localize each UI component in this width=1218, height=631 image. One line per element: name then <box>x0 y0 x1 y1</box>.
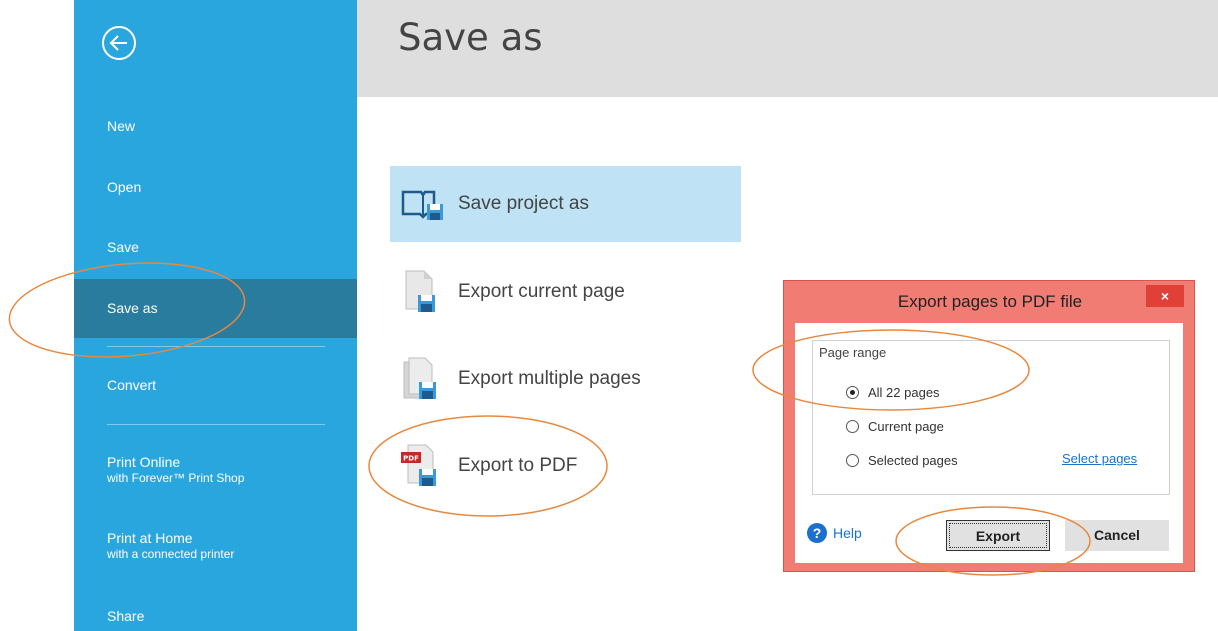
cancel-button[interactable]: Cancel <box>1065 520 1169 551</box>
back-arrow-icon <box>102 26 136 60</box>
option-label: Save project as <box>458 193 589 214</box>
option-label: Export to PDF <box>458 455 578 476</box>
sidebar-item-sublabel: with a connected printer <box>107 547 235 561</box>
sidebar-item-label: Save as <box>107 300 158 316</box>
dialog-body: Page range All 22 pages Current page Sel… <box>795 323 1183 563</box>
back-button[interactable] <box>100 24 138 62</box>
sidebar-item-label: Print at Home <box>107 530 193 546</box>
sidebar-item-save[interactable]: Save <box>74 239 357 255</box>
help-icon: ? <box>807 523 827 543</box>
radio-all-pages[interactable]: All 22 pages <box>846 385 940 400</box>
dialog-close-button[interactable]: × <box>1146 285 1184 307</box>
app-window: New Open Save Save as Convert Print Onli… <box>0 0 1218 631</box>
option-save-project-as[interactable]: Save project as <box>390 166 741 242</box>
close-icon: × <box>1160 288 1170 304</box>
page-floppy-icon <box>400 269 446 315</box>
option-export-to-pdf[interactable]: PDF Export to PDF <box>390 428 741 504</box>
option-export-multiple-pages[interactable]: Export multiple pages <box>390 341 741 417</box>
header: Save as <box>357 0 1218 97</box>
sidebar-item-open[interactable]: Open <box>74 179 357 195</box>
group-label: Page range <box>819 345 887 360</box>
radio-button[interactable] <box>846 420 859 433</box>
page-range-group: Page range All 22 pages Current page Sel… <box>812 340 1170 495</box>
sidebar-divider <box>107 346 325 347</box>
open-book-floppy-icon <box>400 181 446 227</box>
sidebar-item-save-as[interactable]: Save as <box>74 279 357 338</box>
sidebar-item-sublabel: with Forever™ Print Shop <box>107 471 245 485</box>
sidebar-item-print-online[interactable]: Print Online with Forever™ Print Shop <box>74 454 357 485</box>
sidebar-item-label: Convert <box>107 377 157 393</box>
dialog-title: Export pages to PDF file <box>897 292 1083 311</box>
radio-label: Selected pages <box>868 453 958 468</box>
radio-label: All 22 pages <box>868 385 940 400</box>
svg-text:PDF: PDF <box>403 455 419 463</box>
sidebar-item-share[interactable]: Share <box>74 608 357 624</box>
sidebar-item-print-at-home[interactable]: Print at Home with a connected printer <box>74 530 357 561</box>
help-link[interactable]: ? Help <box>807 523 862 543</box>
pages-floppy-icon <box>400 356 446 402</box>
option-label: Export multiple pages <box>458 368 641 389</box>
sidebar-item-convert[interactable]: Convert <box>74 377 357 393</box>
sidebar: New Open Save Save as Convert Print Onli… <box>74 0 357 631</box>
export-pdf-dialog: Export pages to PDF file × Page range Al… <box>783 280 1195 572</box>
option-label: Export current page <box>458 281 625 302</box>
select-pages-link[interactable]: Select pages <box>1062 451 1137 466</box>
radio-label: Current page <box>868 419 944 434</box>
radio-current-page[interactable]: Current page <box>846 419 944 434</box>
radio-selected-pages[interactable]: Selected pages <box>846 453 958 468</box>
pdf-floppy-icon: PDF <box>400 443 446 489</box>
page-title: Save as <box>398 16 543 59</box>
sidebar-item-label: Share <box>107 608 145 624</box>
sidebar-divider <box>107 424 325 425</box>
sidebar-item-label: Open <box>107 179 142 195</box>
radio-button[interactable] <box>846 454 859 467</box>
sidebar-item-label: Print Online <box>107 454 181 470</box>
help-label: Help <box>833 525 862 541</box>
option-export-current-page[interactable]: Export current page <box>390 254 741 330</box>
export-button[interactable]: Export <box>946 520 1050 551</box>
sidebar-item-new[interactable]: New <box>74 118 357 134</box>
radio-button[interactable] <box>846 386 859 399</box>
sidebar-item-label: Save <box>107 239 139 255</box>
sidebar-item-label: New <box>107 118 136 134</box>
